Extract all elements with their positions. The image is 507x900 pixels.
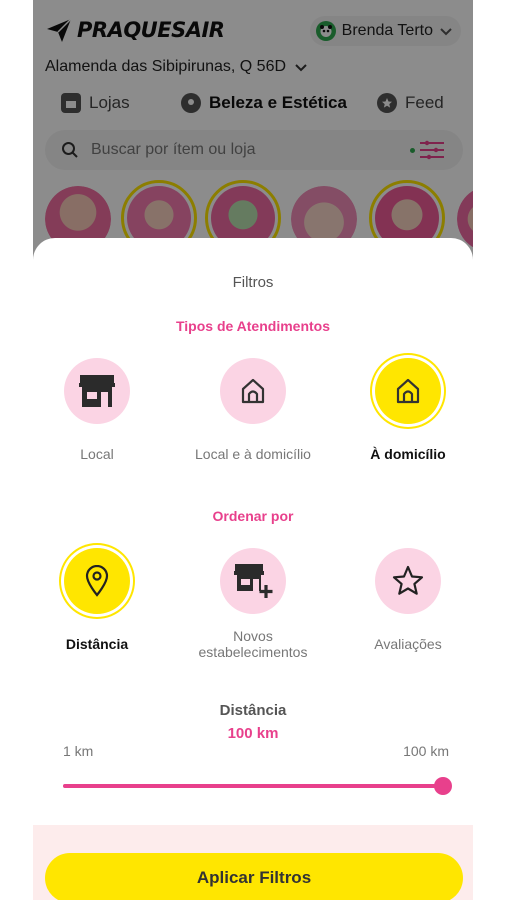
apply-filters-button[interactable]: Aplicar Filtros (45, 853, 463, 900)
option-circle (375, 548, 441, 614)
distance-title: Distância (219, 702, 287, 719)
sheet-footer: Aplicar Filtros (33, 825, 473, 900)
option-circle (220, 548, 286, 614)
distance-value: 100 km (227, 725, 279, 742)
store-icon (79, 375, 115, 407)
option-circle (64, 358, 130, 424)
slider-thumb[interactable] (434, 777, 452, 795)
option-label: Distância (65, 636, 129, 652)
option-label: Novos estabelecimentos (198, 628, 308, 660)
attendance-option-local-domicilio[interactable]: Local e à domicílio (183, 358, 323, 462)
option-label: Local (80, 446, 114, 462)
distance-min-label: 1 km (63, 743, 94, 759)
order-option-new-stores[interactable]: Novos estabelecimentos (183, 548, 323, 660)
store-add-icon (234, 564, 273, 598)
order-option-ratings[interactable]: Avaliações (338, 548, 473, 652)
attendance-option-local[interactable]: Local (33, 358, 167, 462)
house-icon (241, 378, 265, 404)
location-pin-icon (85, 565, 109, 597)
order-section-title: Ordenar por (212, 508, 294, 524)
distance-max-label: 100 km (403, 743, 449, 759)
star-outline-icon (392, 565, 424, 595)
option-circle (64, 548, 130, 614)
option-circle (220, 358, 286, 424)
filters-sheet: Filtros Tipos de Atendimentos Local Loca… (33, 238, 473, 900)
option-label: Avaliações (374, 636, 442, 652)
option-label: Local e à domicílio (195, 446, 311, 462)
distance-slider[interactable] (63, 776, 452, 796)
slider-fill (63, 784, 443, 788)
attendance-option-domicilio[interactable]: À domicílio (338, 358, 473, 462)
modal-overlay[interactable] (33, 0, 473, 260)
order-option-distance[interactable]: Distância (33, 548, 167, 652)
sheet-title: Filtros (232, 274, 274, 291)
option-label: À domicílio (370, 446, 446, 462)
attendance-section-title: Tipos de Atendimentos (175, 318, 330, 334)
option-circle (375, 358, 441, 424)
house-icon (396, 378, 420, 404)
phone-screen: PRAQUESAIR Brenda Terto Alamenda das Sib… (33, 0, 473, 900)
